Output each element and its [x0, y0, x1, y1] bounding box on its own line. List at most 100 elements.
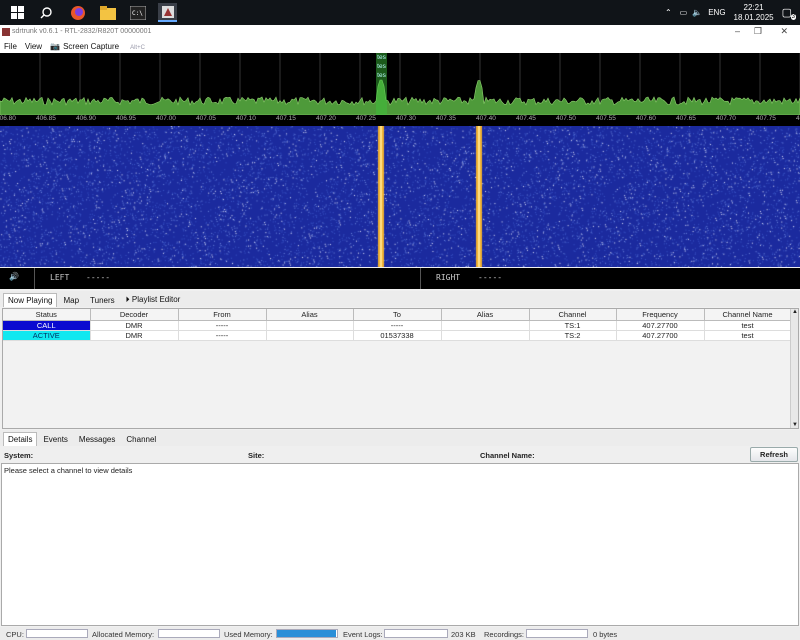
frequency-tick-label: 407.40	[476, 115, 496, 122]
now-playing-table: Status Decoder From Alias To Alias Chann…	[2, 308, 799, 429]
details-body: Please select a channel to view details	[1, 463, 799, 626]
channel-marker-label-2: tes	[377, 63, 386, 70]
cell-from: -----	[178, 320, 267, 331]
table-row[interactable]: ACTIVE DMR ----- 01537338 TS:2 407.27700…	[3, 330, 792, 341]
cell-to-alias	[441, 330, 530, 341]
used-memory-fill	[277, 630, 336, 637]
used-memory-label: Used Memory:	[224, 630, 273, 639]
tab-now-playing[interactable]: Now Playing	[3, 293, 58, 307]
volume-icon[interactable]: 🔈	[692, 8, 702, 17]
menu-view[interactable]: View	[25, 42, 42, 51]
column-from[interactable]: From	[178, 309, 267, 321]
app-icon	[2, 28, 10, 36]
frequency-tick-label: 407.15	[276, 115, 296, 122]
column-frequency[interactable]: Frequency	[616, 309, 705, 321]
frequency-tick-label: 407.8	[796, 115, 800, 122]
column-to[interactable]: To	[353, 309, 442, 321]
column-channel[interactable]: Channel	[529, 309, 617, 321]
chevron-up-icon[interactable]: ⌃	[665, 8, 672, 17]
taskbar: C:\ ⌃ ▭ 🔈 ENG 22:21 18.01.2025 ▢ 3	[0, 0, 800, 25]
tab-playlist-editor[interactable]: ⏵ Playlist Editor	[121, 292, 186, 307]
channel-marker[interactable]: tes tes tes	[376, 53, 387, 115]
cell-decoder: DMR	[90, 320, 179, 331]
clock-date: 18.01.2025	[733, 12, 774, 22]
language-indicator[interactable]: ENG	[708, 8, 725, 17]
event-logs-size: 203 KB	[451, 630, 476, 639]
tab-tuners[interactable]: Tuners	[85, 293, 120, 307]
tab-playlist-editor-label: Playlist Editor	[131, 295, 181, 304]
cell-channel-name: test	[704, 330, 792, 341]
terminal-icon[interactable]: C:\	[128, 3, 147, 22]
frequency-tick-label: 407.75	[756, 115, 776, 122]
frequency-tick-label: 407.10	[236, 115, 256, 122]
table-header-row: Status Decoder From Alias To Alias Chann…	[3, 309, 792, 321]
audio-right-value: -----	[478, 273, 503, 282]
channel-marker-label-1: tes	[377, 54, 386, 61]
tab-details[interactable]: Details	[3, 432, 38, 446]
audio-panel: 🔊 LEFT ----- RIGHT -----	[0, 268, 800, 289]
frequency-tick-label: 407.55	[596, 115, 616, 122]
frequency-tick-label: 407.20	[316, 115, 336, 122]
event-logs-label: Event Logs:	[343, 630, 383, 639]
column-channel-name[interactable]: Channel Name	[704, 309, 792, 321]
clock[interactable]: 22:21 18.01.2025	[734, 3, 774, 23]
maximize-icon[interactable]: ❐	[754, 26, 762, 37]
search-icon[interactable]	[36, 3, 55, 22]
column-from-alias[interactable]: Alias	[266, 309, 354, 321]
menu-bar: File View 📷 Screen Capture Alt+C	[0, 40, 800, 53]
table-row[interactable]: CALL DMR ----- ----- TS:1 407.27700 test	[3, 320, 792, 331]
tab-events[interactable]: Events	[38, 432, 72, 446]
frequency-tick-label: 407.35	[436, 115, 456, 122]
detail-tabs: Details Events Messages Channel	[0, 430, 800, 446]
cell-from-alias	[266, 320, 354, 331]
cpu-meter	[26, 629, 88, 638]
cell-channel: TS:2	[529, 330, 617, 341]
notification-icon[interactable]: ▢ 3	[782, 6, 796, 20]
menu-file[interactable]: File	[4, 42, 17, 51]
frequency-tick-label: 407.50	[556, 115, 576, 122]
table-scrollbar[interactable]: ▲ ▼	[790, 309, 798, 428]
frequency-axis: 406.80 406.85 406.90 406.95 407.00 407.05 407.…	[0, 115, 800, 126]
windows-start-icon[interactable]	[8, 3, 27, 22]
recordings-label: Recordings:	[484, 630, 525, 639]
details-header: System: Site: Channel Name: Refresh	[0, 446, 800, 463]
status-badge: ACTIVE	[3, 330, 91, 341]
file-explorer-icon[interactable]	[98, 3, 117, 22]
refresh-button[interactable]: Refresh	[750, 447, 798, 462]
status-bar: CPU: Allocated Memory: Used Memory: Even…	[0, 627, 800, 640]
minimize-icon[interactable]: –	[735, 26, 740, 36]
column-status[interactable]: Status	[3, 309, 91, 321]
network-icon[interactable]: ▭	[680, 8, 688, 17]
frequency-tick-label: 406.80	[0, 115, 16, 122]
column-decoder[interactable]: Decoder	[90, 309, 179, 321]
firefox-icon[interactable]	[68, 3, 87, 22]
close-icon[interactable]: ✕	[780, 26, 788, 37]
scroll-down-icon[interactable]: ▼	[792, 422, 798, 428]
play-circle-icon: ⏵	[125, 295, 130, 304]
column-to-alias[interactable]: Alias	[441, 309, 530, 321]
system-label: System:	[4, 451, 34, 460]
waterfall-display[interactable]	[0, 126, 800, 267]
channel-marker-label-3: tes	[377, 72, 386, 79]
speaker-icon[interactable]: 🔊	[9, 272, 19, 281]
cpu-label: CPU:	[6, 630, 24, 639]
clock-time: 22:21	[743, 2, 764, 12]
frequency-tick-label: 407.65	[676, 115, 696, 122]
sdrtrunk-taskbar-icon[interactable]	[158, 3, 177, 22]
menu-screen-capture[interactable]: 📷 Screen Capture Alt+C	[50, 42, 153, 51]
scroll-up-icon[interactable]: ▲	[792, 309, 798, 315]
used-memory-meter	[276, 629, 338, 638]
screen-capture-shortcut: Alt+C	[130, 45, 145, 51]
cell-to: -----	[353, 320, 442, 331]
frequency-tick-label: 407.45	[516, 115, 536, 122]
tab-map[interactable]: Map	[58, 293, 84, 307]
tab-messages[interactable]: Messages	[74, 432, 120, 446]
frequency-tick-label: 407.60	[636, 115, 656, 122]
allocated-memory-meter	[158, 629, 220, 638]
cell-frequency: 407.27700	[616, 330, 705, 341]
tab-channel[interactable]: Channel	[121, 432, 161, 446]
title-bar: sdrtrunk v0.6.1 - RTL-2832/R820T 0000000…	[0, 25, 800, 40]
details-message: Please select a channel to view details	[4, 466, 133, 475]
frequency-tick-label: 407.25	[356, 115, 376, 122]
notification-count: 3	[790, 14, 796, 20]
